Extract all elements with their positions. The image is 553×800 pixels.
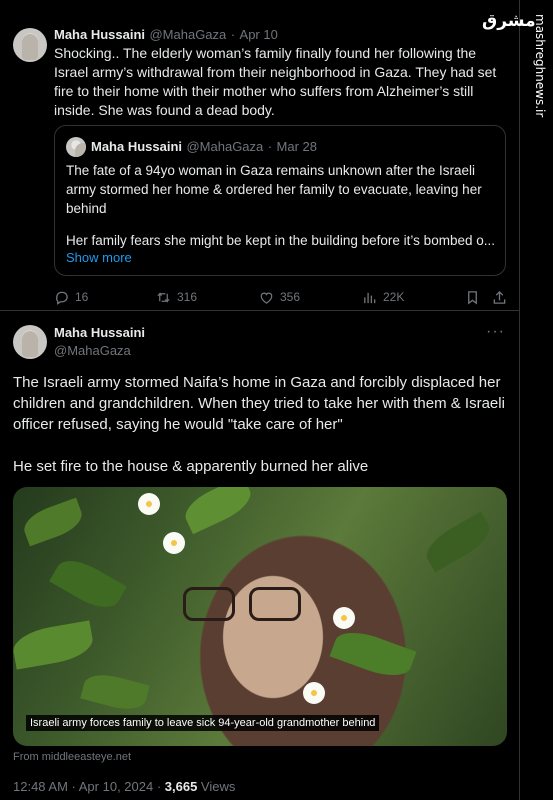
main-tweet-paragraph-2: He set fire to the house & apparently bu…	[13, 458, 369, 475]
flower-shape	[333, 607, 355, 629]
tweet-actions: 16 316 356 22K	[54, 288, 510, 306]
author-handle[interactable]: @MahaGaza	[149, 27, 226, 42]
tweet-retweet-context[interactable]: Maha Hussaini @MahaGaza · Apr 10 Shockin…	[0, 0, 519, 311]
quote-separator: ·	[267, 139, 273, 154]
leaf-shape	[179, 487, 257, 535]
tweet-header: Maha Hussaini @MahaGaza · Apr 10	[54, 26, 278, 44]
quote-avatar	[66, 137, 86, 157]
leaf-shape	[80, 669, 150, 715]
media-caption: Israeli army forces family to leave sick…	[26, 715, 380, 731]
leaf-shape	[329, 624, 417, 684]
reply-button[interactable]: 16	[54, 288, 88, 306]
watermark-url: mashreghnews.ir	[533, 14, 547, 118]
tweet-timestamp: 12:48 AM · Apr 10, 2024 · 3,665 Views	[13, 779, 235, 794]
quote-paragraph-2: Her family fears she might be kept in th…	[66, 233, 495, 248]
quote-header: Maha Hussaini @MahaGaza · Mar 28	[91, 138, 317, 156]
main-tweet-text: The Israeli army stormed Naifa’s home in…	[13, 372, 513, 477]
quoted-tweet[interactable]: Maha Hussaini @MahaGaza · Mar 28 The fat…	[54, 125, 506, 276]
main-author-handle[interactable]: @MahaGaza	[54, 343, 131, 358]
glasses-shape	[183, 587, 313, 625]
main-author-name[interactable]: Maha Hussaini	[54, 325, 145, 340]
main-tweet-paragraph-1: The Israeli army stormed Naifa’s home in…	[13, 374, 505, 433]
quote-author-name: Maha Hussaini	[91, 139, 183, 154]
link-card-image[interactable]: Israeli army forces family to leave sick…	[13, 487, 507, 746]
quote-author-handle: @MahaGaza	[186, 139, 264, 154]
leaf-shape	[49, 551, 127, 617]
views-count: 22K	[383, 290, 405, 304]
like-button[interactable]: 356	[259, 288, 300, 306]
share-button[interactable]	[492, 288, 507, 306]
leaf-shape	[19, 497, 87, 547]
link-source[interactable]: From middleeasteye.net	[13, 751, 131, 763]
tweet-text: Shocking.. The elderly woman’s family fi…	[54, 45, 497, 118]
repost-button[interactable]: 316	[156, 288, 197, 306]
views-icon	[364, 292, 376, 303]
bookmark-icon	[468, 290, 477, 304]
share-icon	[493, 290, 506, 304]
leaf-shape	[13, 620, 96, 670]
like-count: 356	[280, 290, 301, 304]
author-name[interactable]: Maha Hussaini	[54, 27, 145, 42]
repost-icon	[157, 291, 170, 303]
main-avatar[interactable]	[13, 325, 47, 359]
flower-shape	[303, 682, 325, 704]
views-button[interactable]: 22K	[362, 288, 404, 306]
quote-date: Mar 28	[276, 139, 317, 154]
avatar[interactable]	[13, 28, 47, 62]
reply-count: 16	[75, 290, 89, 304]
flower-shape	[163, 532, 185, 554]
like-icon	[260, 292, 273, 304]
quote-paragraph-1: The fate of a 94yo woman in Gaza remains…	[66, 163, 482, 216]
show-more-link[interactable]: Show more	[66, 250, 132, 265]
tweet-date[interactable]: Apr 10	[240, 27, 278, 42]
reply-icon	[56, 291, 68, 305]
views-label: Views	[197, 779, 236, 794]
views-total: 3,665	[164, 779, 198, 794]
separator: ·	[230, 27, 236, 42]
flower-shape	[138, 493, 160, 515]
repost-count: 316	[177, 290, 198, 304]
leaf-shape	[420, 511, 496, 573]
timestamp-time[interactable]: 12:48 AM · Apr 10, 2024 ·	[13, 779, 165, 794]
bookmark-button[interactable]	[465, 288, 480, 306]
more-options-icon[interactable]: ···	[486, 323, 505, 341]
